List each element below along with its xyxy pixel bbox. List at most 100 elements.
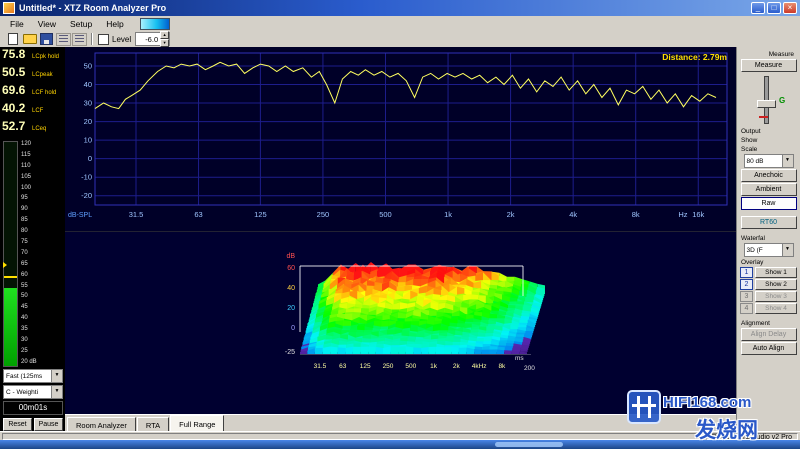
toolbar-toggle-2[interactable] [72, 33, 87, 46]
auto-align-button[interactable]: Auto Align [741, 342, 797, 355]
meter-scale-label: 30 [21, 337, 65, 343]
svg-text:4kHz: 4kHz [472, 363, 487, 370]
overlay-show-2-button[interactable]: Show 2 [755, 279, 797, 290]
overlay-4-chip[interactable]: 4 [740, 303, 753, 314]
reading-value: 52.7 [2, 119, 32, 133]
meter-bar [3, 141, 18, 367]
reading-lcf: 40.2 LCF [0, 101, 65, 119]
chevron-down-icon[interactable]: ▼ [51, 370, 62, 382]
meter-controls: Fast (125ms ▼ C - Weighti ▼ 00m01s Reset… [3, 369, 63, 431]
toolbar: Level -6.0 ▲ ▼ [0, 31, 800, 48]
maximize-button[interactable]: □ [767, 2, 781, 14]
level-spinner[interactable]: -6.0 ▲ ▼ [135, 32, 170, 46]
meter-scale-label: 105 [21, 174, 65, 180]
scale-select[interactable]: 80 dB ▼ [744, 154, 794, 168]
save-disk-icon [40, 33, 53, 45]
svg-text:250: 250 [317, 210, 330, 219]
meter-scale-label: 65 [21, 261, 65, 267]
svg-text:8k: 8k [498, 363, 506, 370]
new-document-icon [8, 33, 18, 45]
svg-text:125: 125 [360, 363, 371, 370]
svg-text:40: 40 [84, 80, 92, 89]
minimize-button[interactable]: _ [751, 2, 765, 14]
overlay-3-chip[interactable]: 3 [740, 291, 753, 302]
meter-scale-label: 115 [21, 152, 65, 158]
output-gain-slider: G [737, 74, 800, 126]
menu-help[interactable]: Help [99, 18, 130, 30]
overlay-row-2: 2 Show 2 [740, 279, 797, 290]
svg-text:20: 20 [287, 305, 295, 312]
svg-text:250: 250 [383, 363, 394, 370]
meter-scale-label: 55 [21, 283, 65, 289]
meter-scale-label: 90 [21, 206, 65, 212]
spinner-up-icon[interactable]: ▲ [160, 31, 169, 39]
overlay-1-chip[interactable]: 1 [740, 267, 753, 278]
reading-lceq: 52.7 LCeq [0, 119, 65, 137]
pause-button[interactable]: Pause [34, 418, 63, 431]
svg-text:60: 60 [287, 265, 295, 272]
overlay-show-1-button[interactable]: Show 1 [755, 267, 797, 278]
control-panel: Measure Measure G Output Show Scale 80 d… [736, 47, 800, 433]
close-button[interactable]: × [783, 2, 797, 14]
svg-text:dB: dB [286, 253, 295, 260]
meter-scale-label: 25 [21, 348, 65, 354]
reading-value: 50.5 [2, 65, 32, 79]
reading-lcpeak: 50.5 LCpeak [0, 65, 65, 83]
chevron-down-icon[interactable]: ▼ [782, 244, 793, 256]
raw-button[interactable]: Raw [741, 197, 797, 210]
meter-scale-label: 70 [21, 250, 65, 256]
reset-button[interactable]: Reset [3, 418, 32, 431]
waterfall-mode-select[interactable]: 3D (F ▼ [744, 243, 794, 257]
measure-button[interactable]: Measure [741, 59, 797, 72]
menu-view[interactable]: View [31, 18, 63, 30]
menu-bar: File View Setup Help [0, 16, 800, 32]
reading-value: 75.8 [2, 47, 32, 61]
level-checkbox[interactable] [98, 34, 109, 45]
chevron-down-icon[interactable]: ▼ [51, 386, 62, 398]
svg-text:63: 63 [339, 363, 347, 370]
level-value: -6.0 [136, 35, 160, 44]
taskbar-handle[interactable] [495, 442, 563, 447]
meter-scale-label: 45 [21, 304, 65, 310]
svg-text:50: 50 [84, 61, 92, 70]
overlay-row-1: 1 Show 1 [740, 267, 797, 278]
response-speed-select[interactable]: Fast (125ms ▼ [3, 369, 63, 383]
weighting-select[interactable]: C - Weighti ▼ [3, 385, 63, 399]
meter-scale-label: 80 [21, 228, 65, 234]
save-file-button[interactable] [38, 32, 55, 46]
waterfall-mode-value: 3D (F [745, 247, 782, 254]
rt60-button[interactable]: RT60 [741, 216, 797, 229]
spinner-down-icon[interactable]: ▼ [160, 39, 169, 47]
anechoic-button[interactable]: Anechoic [741, 169, 797, 182]
align-delay-button[interactable]: Align Delay [741, 328, 797, 341]
menu-file[interactable]: File [3, 18, 31, 30]
svg-text:125: 125 [254, 210, 267, 219]
svg-text:500: 500 [379, 210, 392, 219]
overlay-show-3-button[interactable]: Show 3 [755, 291, 797, 302]
meter-scale-label: 60 [21, 272, 65, 278]
new-file-button[interactable] [4, 32, 21, 46]
slider-handle[interactable] [757, 100, 776, 108]
chevron-down-icon[interactable]: ▼ [782, 155, 793, 167]
svg-text:1k: 1k [444, 210, 452, 219]
overlay-show-4-button[interactable]: Show 4 [755, 303, 797, 314]
svg-text:8k: 8k [632, 210, 640, 219]
svg-text:0: 0 [291, 325, 295, 332]
ambient-button[interactable]: Ambient [741, 183, 797, 196]
svg-text:40: 40 [287, 285, 295, 292]
svg-text:16k: 16k [692, 210, 704, 219]
meter-scale-label: 40 [21, 315, 65, 321]
meter-scale-label: 95 [21, 195, 65, 201]
spl-plot-svg: 50403020100-10-2031.5631252505001k2k4k8k… [65, 47, 737, 231]
overlay-2-chip[interactable]: 2 [740, 279, 753, 290]
svg-text:ms: ms [515, 355, 524, 362]
open-file-button[interactable] [21, 32, 38, 46]
reading-lcf-hold: 69.6 LCF hold [0, 83, 65, 101]
menu-setup[interactable]: Setup [63, 18, 99, 30]
distance-readout: Distance: 2.79m [662, 52, 727, 62]
svg-text:31.5: 31.5 [129, 210, 144, 219]
toolbar-toggle-1-icon [59, 35, 68, 43]
meter-scale-label: 20 dB [21, 359, 65, 365]
toolbar-toggle-1[interactable] [56, 33, 71, 46]
spl-trace [95, 62, 716, 108]
